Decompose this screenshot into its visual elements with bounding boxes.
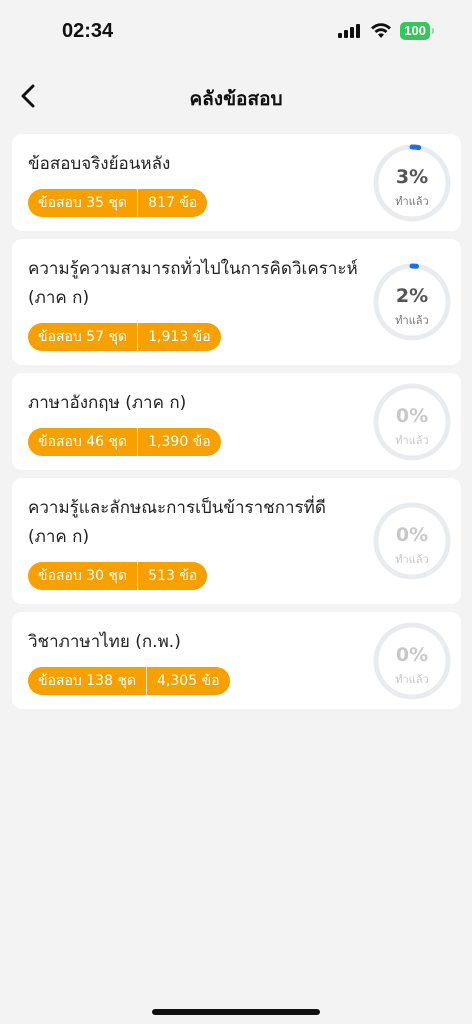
exam-sets-count: ข้อสอบ 57 ชุด	[38, 329, 128, 345]
exam-card[interactable]: ความรู้ความสามารถทั่วไปในการคิดวิเคราะห์…	[12, 239, 461, 365]
exam-title: ความรู้และลักษณะการเป็นข้าราชการที่ดี (ภ…	[28, 498, 326, 547]
exam-sets-count: ข้อสอบ 46 ชุด	[38, 434, 128, 450]
battery-icon: 100	[400, 22, 434, 40]
exam-card[interactable]: วิชาภาษาไทย (ก.พ.) ข้อสอบ 138 ชุด 4,305 …	[12, 612, 461, 709]
progress-caption: ทำแล้ว	[395, 314, 429, 327]
progress-ring: 0% ทำแล้ว	[373, 622, 451, 700]
status-time: 02:34	[62, 20, 114, 42]
exam-question-count: 1,913 ข้อ	[148, 329, 211, 345]
exam-title: ข้อสอบจริงย้อนหลัง	[28, 154, 171, 174]
exam-stats-badge: ข้อสอบ 138 ชุด 4,305 ข้อ	[28, 667, 230, 695]
exam-question-count: 817 ข้อ	[148, 195, 198, 211]
status-bar: 02:34 100	[0, 0, 472, 60]
exam-title: ภาษาอังกฤษ (ภาค ก)	[28, 393, 187, 413]
exam-card[interactable]: ข้อสอบจริงย้อนหลัง ข้อสอบ 35 ชุด 817 ข้อ…	[12, 134, 461, 231]
status-icons: 100	[338, 22, 434, 40]
exam-list: ข้อสอบจริงย้อนหลัง ข้อสอบ 35 ชุด 817 ข้อ…	[12, 134, 461, 717]
progress-caption: ทำแล้ว	[395, 194, 429, 208]
exam-card[interactable]: ความรู้และลักษณะการเป็นข้าราชการที่ดี (ภ…	[12, 478, 461, 604]
exam-title: วิชาภาษาไทย (ก.พ.)	[28, 632, 181, 652]
progress-caption: ทำแล้ว	[395, 672, 429, 686]
exam-title: ความรู้ความสามารถทั่วไปในการคิดวิเคราะห์…	[28, 259, 358, 308]
exam-question-count: 4,305 ข้อ	[157, 673, 220, 689]
exam-stats-badge: ข้อสอบ 30 ชุด 513 ข้อ	[28, 562, 208, 590]
exam-card[interactable]: ภาษาอังกฤษ (ภาค ก) ข้อสอบ 46 ชุด 1,390 ข…	[12, 373, 461, 470]
exam-stats-badge: ข้อสอบ 35 ชุด 817 ข้อ	[28, 189, 208, 217]
progress-percent: 0%	[395, 643, 429, 666]
cellular-signal-icon	[338, 24, 361, 38]
progress-percent: 0%	[395, 524, 429, 546]
progress-percent: 3%	[395, 165, 429, 188]
home-indicator	[152, 1009, 320, 1015]
exam-sets-count: ข้อสอบ 35 ชุด	[38, 195, 128, 211]
progress-ring: 2% ทำแล้ว	[373, 263, 451, 341]
progress-ring: 3% ทำแล้ว	[373, 144, 451, 222]
progress-percent: 0%	[395, 404, 429, 427]
progress-caption: ทำแล้ว	[395, 553, 429, 566]
progress-ring: 0% ทำแล้ว	[373, 502, 451, 580]
exam-sets-count: ข้อสอบ 30 ชุด	[38, 568, 128, 584]
progress-ring: 0% ทำแล้ว	[373, 383, 451, 461]
page-title: คลังข้อสอบ	[189, 88, 283, 110]
exam-sets-count: ข้อสอบ 138 ชุด	[38, 673, 137, 689]
exam-question-count: 1,390 ข้อ	[148, 434, 211, 450]
progress-percent: 2%	[395, 285, 429, 307]
nav-bar: คลังข้อสอบ	[0, 70, 472, 126]
exam-stats-badge: ข้อสอบ 57 ชุด 1,913 ข้อ	[28, 323, 221, 351]
progress-caption: ทำแล้ว	[395, 433, 429, 447]
wifi-icon	[371, 23, 392, 38]
exam-stats-badge: ข้อสอบ 46 ชุด 1,390 ข้อ	[28, 428, 221, 456]
exam-question-count: 513 ข้อ	[148, 568, 198, 584]
